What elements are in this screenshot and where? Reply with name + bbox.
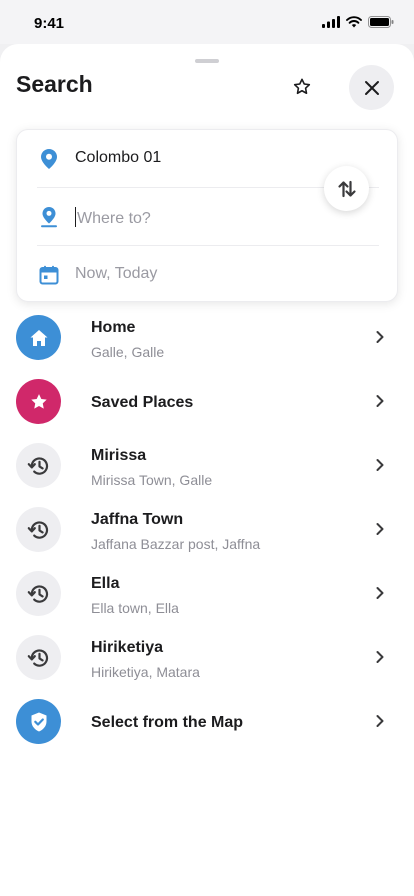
time-field[interactable]: Now, Today (17, 246, 399, 303)
place-name: Home (91, 319, 136, 336)
history-icon (27, 582, 51, 606)
place-subtitle: Hiriketiya, Matara (91, 664, 200, 680)
place-avatar (16, 571, 61, 616)
chevron-right-icon (372, 457, 388, 473)
chevron-right-icon (372, 649, 388, 665)
chevron-right-icon (372, 521, 388, 537)
favorite-button[interactable] (286, 71, 318, 103)
origin-value: Colombo 01 (75, 149, 162, 166)
status-bar: 9:41 (0, 0, 414, 44)
status-time: 9:41 (34, 15, 65, 32)
close-button[interactable] (349, 65, 394, 110)
home-icon (29, 328, 49, 348)
place-avatar (16, 443, 61, 488)
close-icon (364, 80, 379, 95)
place-name: Saved Places (91, 394, 194, 411)
history-icon (27, 454, 51, 478)
chevron-right-icon (372, 713, 388, 729)
place-list-item[interactable]: Home Galle, Galle (0, 306, 414, 370)
place-list-item[interactable]: Ella Ella town, Ella (0, 562, 414, 626)
star-icon (29, 392, 49, 412)
place-name: Jaffna Town (91, 511, 184, 528)
place-avatar (16, 635, 61, 680)
history-icon (27, 646, 51, 670)
place-name: Mirissa (91, 447, 147, 464)
wifi-icon (346, 16, 362, 28)
place-avatar (16, 315, 61, 360)
location-pin-drop-icon (38, 206, 60, 228)
text-caret (75, 207, 76, 227)
place-subtitle: Galle, Galle (91, 344, 165, 360)
sheet-grabber[interactable] (195, 59, 219, 63)
place-subtitle: Ella town, Ella (91, 600, 179, 616)
status-icons (322, 16, 394, 28)
chevron-right-icon (372, 393, 388, 409)
chevron-right-icon (372, 329, 388, 345)
place-avatar (16, 699, 61, 744)
place-avatar (16, 507, 61, 552)
star-outline-icon (293, 78, 311, 95)
history-icon (27, 518, 51, 542)
chevron-right-icon (372, 585, 388, 601)
time-placeholder: Now, Today (75, 265, 158, 282)
place-list-item[interactable]: Mirissa Mirissa Town, Galle (0, 434, 414, 498)
place-name: Select from the Map (91, 714, 244, 731)
page-title: Search (16, 71, 93, 97)
swap-vertical-icon (337, 180, 356, 197)
map-check-icon (28, 711, 50, 733)
place-name: Ella (91, 575, 120, 592)
place-list-item[interactable]: Jaffna Town Jaffana Bazzar post, Jaffna (0, 498, 414, 562)
place-list-item[interactable]: Select from the Map (0, 690, 414, 754)
search-sheet: Search Colombo 01 Where to? Now, Today H… (0, 44, 414, 896)
cellular-signal-icon (322, 16, 340, 28)
place-avatar (16, 379, 61, 424)
place-subtitle: Jaffana Bazzar post, Jaffna (91, 536, 261, 552)
destination-input[interactable]: Where to? (75, 207, 151, 228)
battery-icon (368, 16, 394, 28)
place-name: Hiriketiya (91, 639, 164, 656)
place-subtitle: Mirissa Town, Galle (91, 472, 213, 488)
route-card: Colombo 01 Where to? Now, Today (16, 129, 398, 302)
destination-placeholder: Where to? (77, 210, 151, 227)
place-list-item[interactable]: Saved Places (0, 370, 414, 434)
place-list-item[interactable]: Hiriketiya Hiriketiya, Matara (0, 626, 414, 690)
location-pin-icon (38, 148, 60, 170)
calendar-icon (38, 264, 60, 286)
swap-button[interactable] (324, 166, 369, 211)
